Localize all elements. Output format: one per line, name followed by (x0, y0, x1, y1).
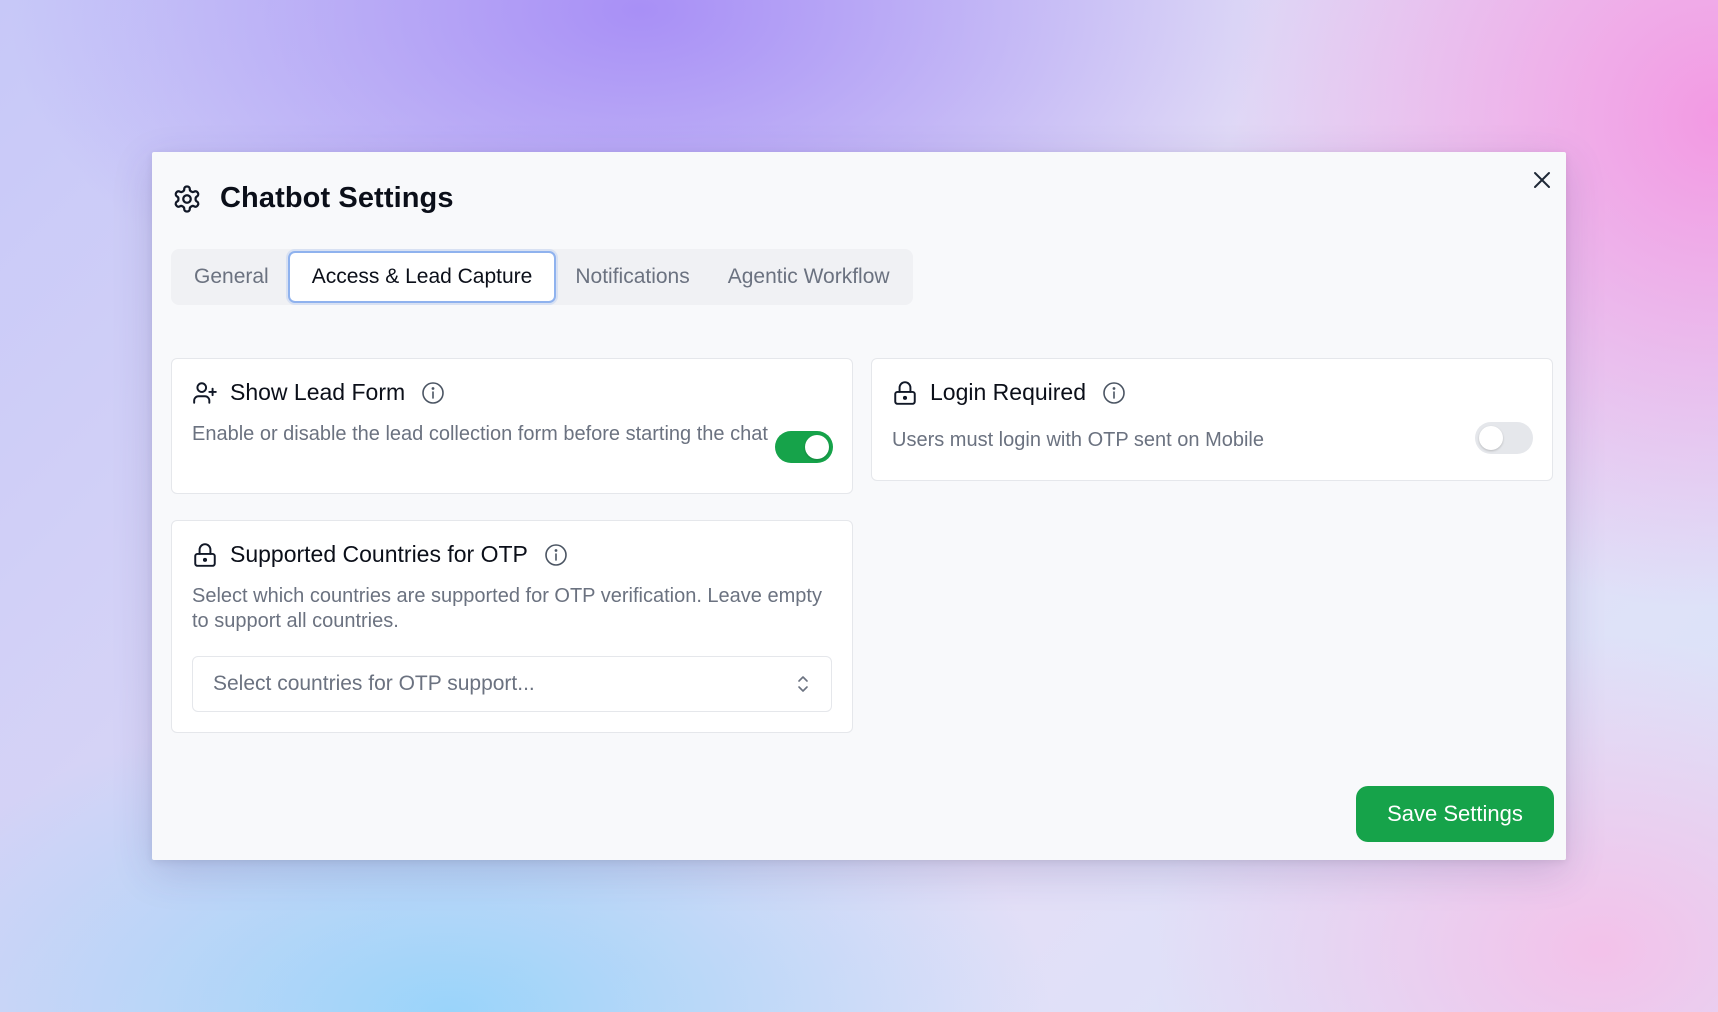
otp-countries-select[interactable]: Select countries for OTP support... (192, 656, 832, 712)
close-button[interactable] (1528, 166, 1556, 194)
select-placeholder: Select countries for OTP support... (213, 672, 535, 695)
tab-access-lead-capture[interactable]: Access & Lead Capture (287, 251, 557, 303)
chatbot-settings-dialog: Chatbot Settings General Access & Lead C… (152, 152, 1566, 860)
gear-icon (174, 184, 200, 213)
info-icon[interactable] (1102, 381, 1126, 405)
settings-tabs: General Access & Lead Capture Notificati… (171, 249, 913, 305)
login-required-title-row: Login Required (892, 379, 1126, 406)
tab-notifications[interactable]: Notifications (556, 251, 708, 303)
lead-form-title-row: Show Lead Form (192, 379, 445, 406)
save-settings-button[interactable]: Save Settings (1356, 786, 1554, 842)
lead-form-description: Enable or disable the lead collection fo… (192, 423, 768, 445)
tab-agentic-workflow[interactable]: Agentic Workflow (709, 251, 909, 303)
login-required-description: Users must login with OTP sent on Mobile (892, 429, 1265, 451)
lock-icon (894, 380, 916, 405)
info-icon[interactable] (544, 543, 568, 567)
user-plus-icon (193, 381, 217, 404)
login-required-toggle[interactable] (1475, 422, 1533, 454)
lead-form-toggle[interactable] (775, 431, 833, 463)
tab-general[interactable]: General (175, 251, 288, 303)
otp-countries-card: Supported Countries for OTP Select which… (171, 520, 853, 733)
dialog-header: Chatbot Settings (172, 182, 454, 215)
lead-form-card: Show Lead Form Enable or disable the lea… (171, 358, 853, 494)
otp-countries-title: Supported Countries for OTP (230, 541, 528, 567)
chevron-up-down-icon (798, 676, 808, 692)
otp-countries-description: Select which countries are supported for… (192, 585, 822, 632)
login-required-card: Login Required Users must login with OTP… (871, 358, 1553, 481)
close-icon (1534, 172, 1550, 188)
otp-countries-title-row: Supported Countries for OTP (192, 541, 568, 568)
lock-icon (194, 542, 216, 567)
lead-form-title: Show Lead Form (230, 379, 406, 405)
toggle-knob (805, 435, 829, 459)
toggle-knob (1479, 426, 1503, 450)
login-required-title: Login Required (930, 379, 1087, 405)
info-icon[interactable] (421, 381, 445, 405)
dialog-title: Chatbot Settings (220, 182, 454, 214)
